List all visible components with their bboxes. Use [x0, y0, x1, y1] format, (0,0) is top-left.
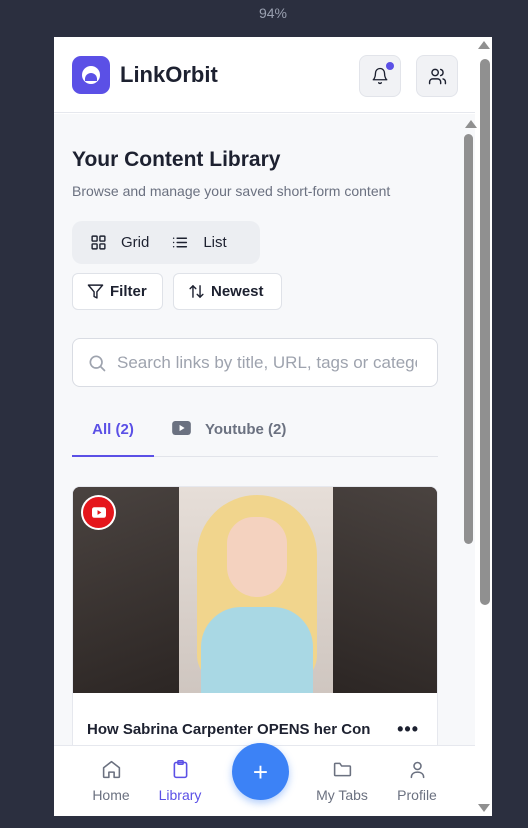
search-icon — [89, 355, 106, 371]
filter-icon — [87, 284, 104, 299]
tab-youtube-label: Youtube (2) — [205, 421, 287, 438]
nav-home[interactable]: Home — [76, 759, 146, 803]
grid-icon — [91, 235, 106, 250]
tab-all[interactable]: All (2) — [72, 413, 154, 457]
tab-youtube[interactable]: Youtube (2) — [172, 413, 286, 457]
nav-profile[interactable]: Profile — [382, 759, 452, 803]
nav-library-label: Library — [158, 787, 202, 803]
list-view-button[interactable]: List — [149, 221, 227, 264]
search-input[interactable] — [117, 352, 417, 373]
zoom-level: 94% — [258, 5, 288, 21]
platform-tabs: All (2) Youtube (2) — [72, 413, 438, 457]
folder-icon — [333, 762, 351, 777]
nav-home-label: Home — [92, 787, 130, 803]
list-icon — [173, 237, 188, 248]
page-scrollbar[interactable] — [476, 37, 492, 816]
nav-my-tabs[interactable]: My Tabs — [307, 759, 377, 803]
library-content[interactable]: Your Content Library Browse and manage y… — [54, 114, 475, 745]
content-scrollbar-thumb[interactable] — [464, 134, 473, 544]
video-thumbnail[interactable] — [73, 487, 437, 693]
orbit-icon — [82, 65, 100, 84]
tab-all-label: All (2) — [92, 421, 134, 438]
users-icon — [428, 68, 446, 84]
sort-button[interactable]: Newest — [173, 273, 282, 310]
list-label: List — [203, 234, 227, 251]
notifications-button[interactable] — [359, 55, 401, 97]
filter-button[interactable]: Filter — [72, 273, 163, 310]
bell-icon — [372, 67, 388, 85]
grid-label: Grid — [121, 234, 150, 251]
youtube-badge-icon — [83, 497, 114, 528]
sort-label: Newest — [211, 283, 264, 300]
app-window: LinkOrbit Your Content Library Browse an… — [54, 37, 492, 816]
youtube-icon — [172, 421, 191, 435]
users-button[interactable] — [416, 55, 458, 97]
nav-library[interactable]: Library — [145, 759, 215, 803]
sort-icon — [189, 285, 204, 298]
page-title: Your Content Library — [72, 148, 281, 171]
app-logo — [72, 55, 110, 94]
page-scrollbar-thumb[interactable] — [480, 59, 490, 605]
library-icon — [173, 759, 187, 779]
bottom-navigation: Home Library + My Tabs Profile — [54, 743, 475, 816]
app-header: LinkOrbit — [54, 37, 475, 113]
notification-dot — [386, 62, 394, 70]
page-scroll-down-icon[interactable] — [478, 804, 490, 812]
nav-profile-label: Profile — [397, 787, 437, 803]
filter-label: Filter — [110, 283, 147, 300]
brand-name: LinkOrbit — [120, 61, 218, 87]
nav-my-tabs-label: My Tabs — [316, 787, 368, 803]
add-link-button[interactable]: + — [232, 743, 289, 800]
view-toggle: Grid List — [72, 221, 260, 264]
home-icon — [102, 760, 120, 779]
page-scroll-up-icon[interactable] — [478, 41, 490, 49]
card-title[interactable]: How Sabrina Carpenter OPENS her Con — [87, 721, 377, 738]
content-card[interactable]: How Sabrina Carpenter OPENS her Con ••• — [72, 486, 438, 745]
filter-bar: Filter Newest — [72, 273, 457, 310]
search-box — [72, 338, 438, 387]
more-options-icon[interactable]: ••• — [397, 719, 419, 740]
content-scrollbar[interactable] — [463, 120, 477, 545]
user-icon — [410, 761, 424, 779]
grid-view-button[interactable]: Grid — [72, 221, 149, 264]
page-subtitle: Browse and manage your saved short-form … — [72, 183, 391, 199]
